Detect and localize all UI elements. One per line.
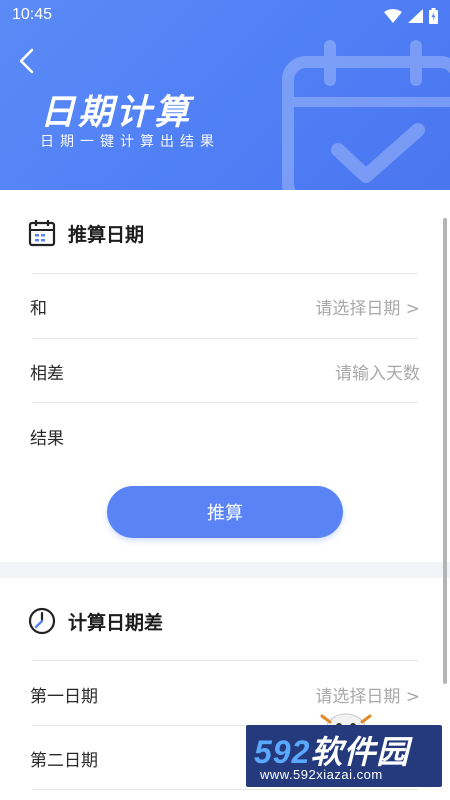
status-icons [384,8,438,24]
page-subtitle: 日期一键计算出结果 [40,134,220,150]
header-banner: 10:45 日期计算 日期一键计算出结果 [0,0,450,190]
calc-date-header: 推算日期 [28,218,144,248]
divider [32,789,418,790]
battery-icon [429,8,438,24]
calculate-button[interactable]: 推算 [107,486,343,538]
watermark-logo: 592软件园 www.592xiazai.com [246,725,442,787]
result-label: 结果 [30,428,64,449]
calc-date-title: 推算日期 [68,223,145,246]
base-date-picker[interactable]: 请选择日期 > [315,294,420,319]
first-date-picker[interactable]: 请选择日期 > [315,682,420,707]
days-diff-row[interactable]: 相差 请输入天数 [30,339,420,403]
calendar-icon [28,220,56,247]
scrollbar[interactable] [443,218,447,684]
base-date-row[interactable]: 和 请选择日期 > [30,274,420,338]
date-diff-title: 计算日期差 [68,611,164,634]
wifi-icon [384,9,402,23]
first-date-label: 第一日期 [30,686,98,707]
status-bar: 10:45 [0,0,450,32]
page-title: 日期计算 [40,93,193,132]
result-row: 结果 [30,404,420,468]
calc-date-card: 推算日期 和 请选择日期 > 相差 请输入天数 结果 推算 [0,190,450,562]
days-diff-label: 相差 [30,363,64,384]
divider [32,402,418,403]
watermark-url: www.592xiazai.com [260,767,383,782]
days-diff-input[interactable]: 请输入天数 [335,359,420,384]
status-time: 10:45 [12,6,53,23]
signal-icon [408,9,423,23]
chevron-left-icon [19,48,34,74]
calendar-check-icon [282,40,450,190]
clock-icon [28,607,56,635]
date-diff-header: 计算日期差 [28,606,163,636]
second-date-label: 第二日期 [30,750,98,771]
base-date-label: 和 [30,298,47,319]
back-button[interactable] [14,46,42,76]
divider [32,660,418,661]
